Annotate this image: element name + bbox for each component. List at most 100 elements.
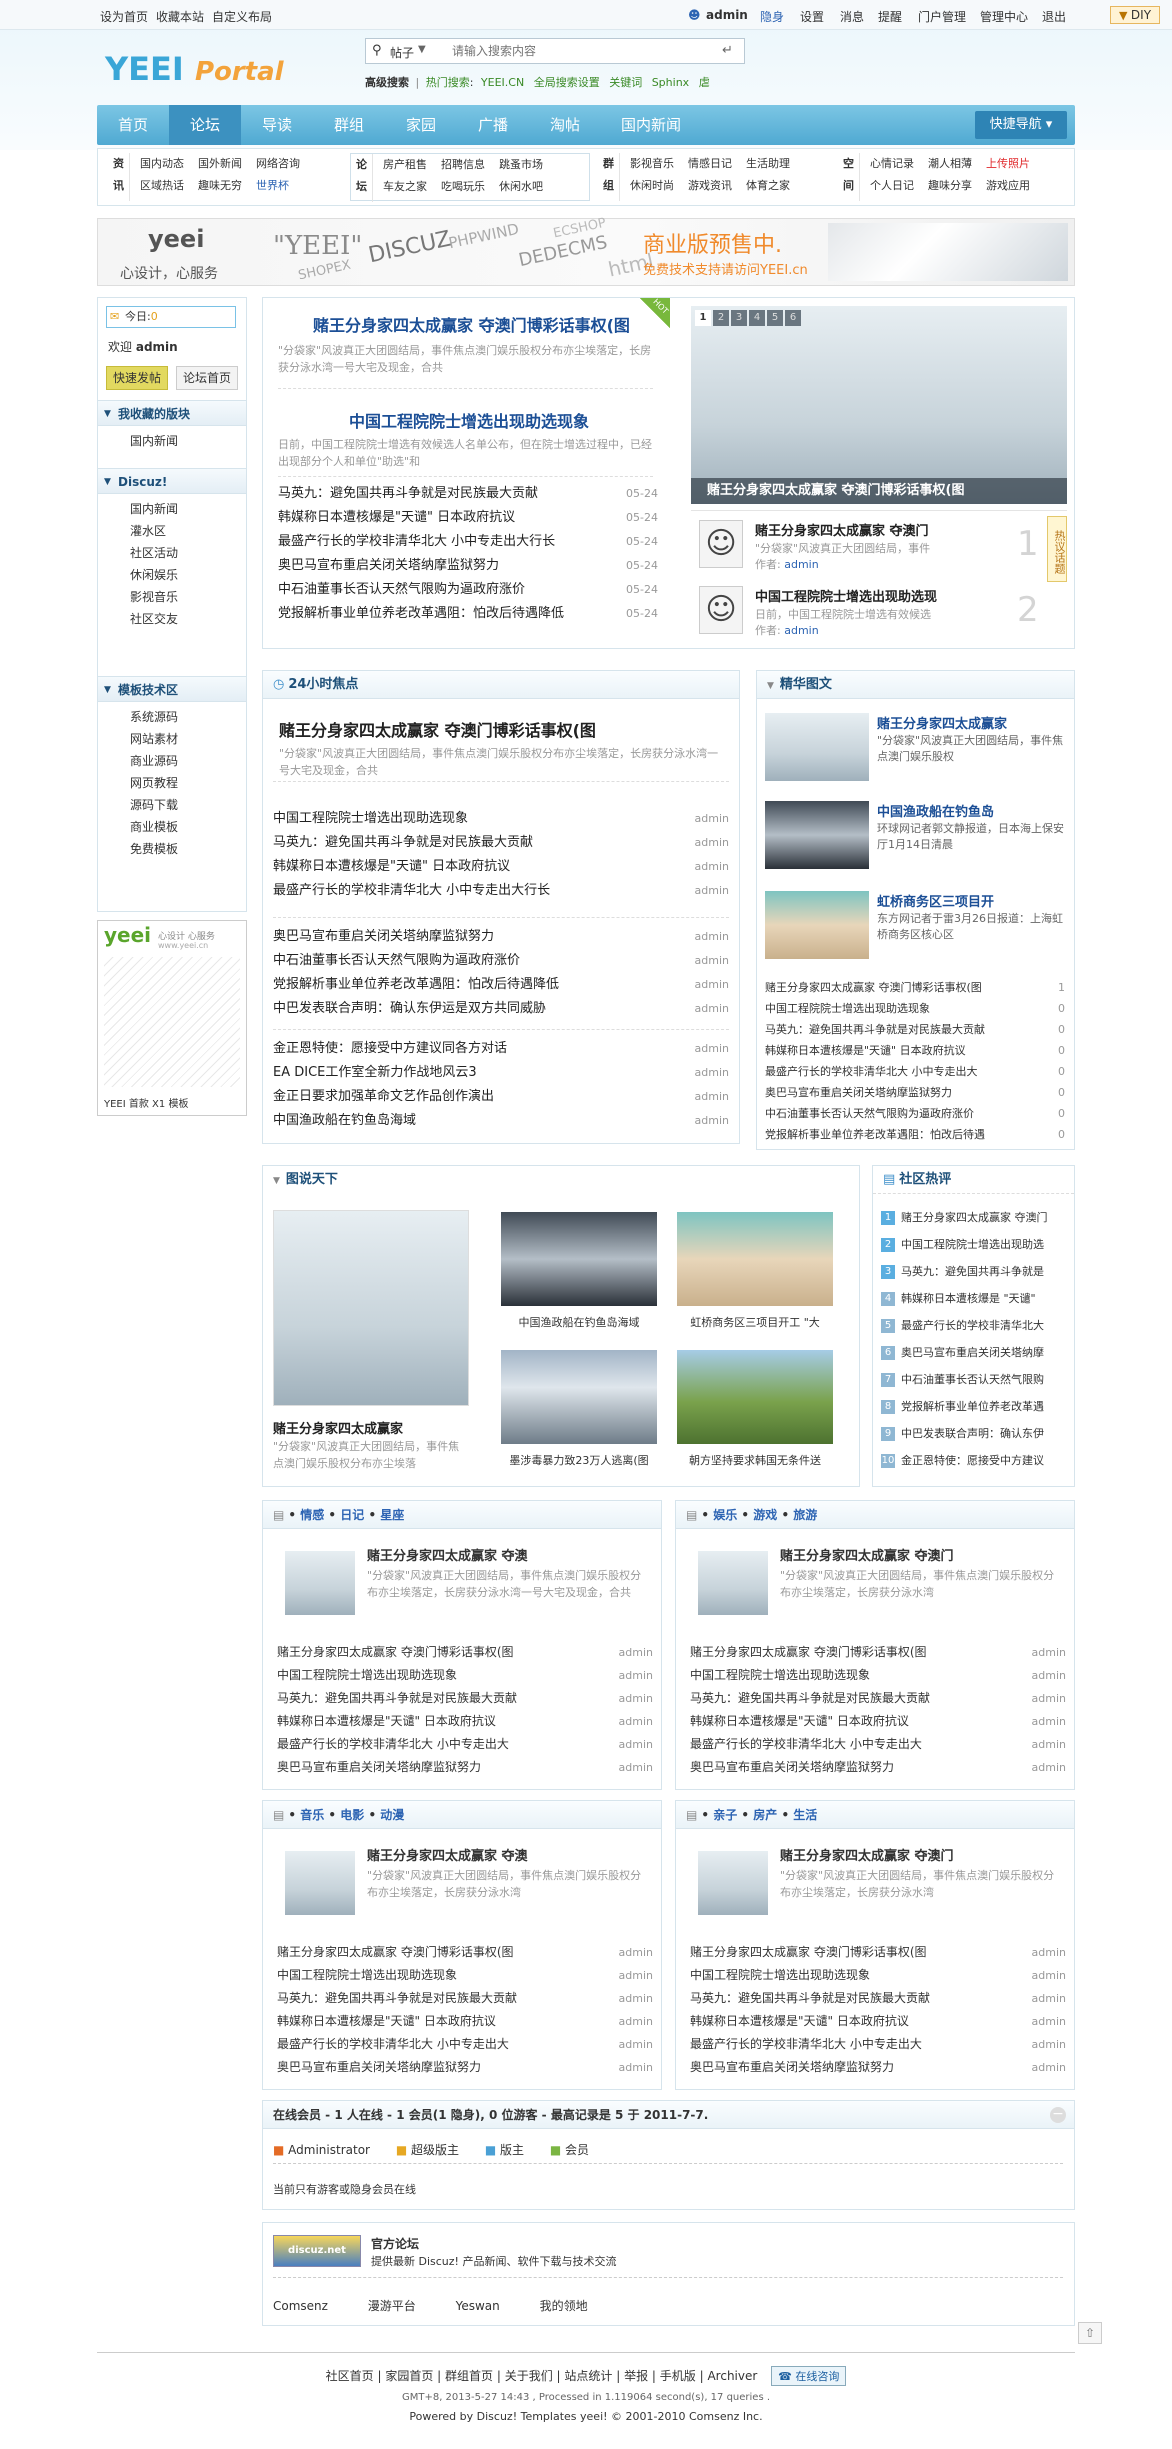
hot-keyword[interactable]: 关键词 bbox=[609, 76, 642, 89]
picture-caption[interactable]: 虹桥商务区三项目开工 "大 bbox=[677, 1314, 833, 1330]
subnav-link[interactable]: 趣味无穷 bbox=[198, 175, 242, 197]
list-item[interactable]: EA DICE工作室全新力作战地风云3 admin bbox=[273, 1061, 729, 1085]
picture-caption[interactable]: 墨涉毒暴力致23万人逃离(图 bbox=[501, 1452, 657, 1468]
picture-caption[interactable]: 朝方坚持要求韩国无条件送 bbox=[677, 1452, 833, 1468]
list-item[interactable]: 党报解析事业单位养老改革遇阻：怕改后待遇降低 admin bbox=[273, 973, 729, 997]
friend-link[interactable]: 我的领地 bbox=[540, 2299, 588, 2313]
quick-post-button[interactable]: 快速发帖 bbox=[106, 366, 168, 390]
hot-topic-item[interactable]: ☺ 赌王分身家四太成赢家 夺澳门 "分袋家"风波真正大团圆结局，事件 作者: a… bbox=[691, 516, 1067, 580]
subnav-link[interactable]: 上传照片 bbox=[986, 153, 1030, 175]
featured-thumb[interactable] bbox=[765, 801, 869, 869]
hot-keyword[interactable]: 虐 bbox=[699, 76, 710, 89]
list-item[interactable]: 最盛产行长的学校非清华北大 小中专走出大行长 admin bbox=[273, 879, 729, 903]
admin-center-link[interactable]: 管理中心 bbox=[980, 8, 1028, 25]
category-link[interactable]: 房产 bbox=[753, 1808, 777, 1822]
slider-page[interactable]: 4 bbox=[749, 310, 765, 326]
category-link[interactable]: 游戏 bbox=[753, 1508, 777, 1522]
list-item[interactable]: 8 党报解析事业单位养老改革遇 bbox=[881, 1393, 1071, 1420]
friend-link[interactable]: Comsenz bbox=[273, 2299, 328, 2313]
sidebar-link[interactable]: 社区活动 bbox=[130, 542, 178, 564]
list-item[interactable]: 中国工程院院士增选出现助选现象 admin bbox=[277, 1964, 653, 1987]
category-link[interactable]: 日记 bbox=[340, 1508, 364, 1522]
official-forum-link[interactable]: 官方论坛 bbox=[371, 2235, 419, 2252]
picture-thumb[interactable] bbox=[677, 1212, 833, 1306]
subnav-link[interactable]: 情感日记 bbox=[688, 153, 732, 175]
nav-home-space[interactable]: 家园 bbox=[385, 105, 457, 145]
sidebar-link[interactable]: 国内新闻 bbox=[130, 430, 178, 452]
slider-caption[interactable]: 赌王分身家四太成赢家 夺澳门博彩话事权(图 bbox=[691, 478, 1067, 504]
hot-topic-item[interactable]: ☺ 中国工程院院士增选出现助选现 日前，中国工程院院士增选有效候选 作者: ad… bbox=[691, 582, 1067, 646]
sidebar-ad[interactable]: yeei 心设计 心服务 www.yeei.cn YEEI 首款 X1 模板 bbox=[97, 920, 247, 1116]
footer-link[interactable]: 社区首页 bbox=[326, 2369, 374, 2383]
advanced-search-link[interactable]: 高级搜索 bbox=[365, 76, 409, 89]
headline-title[interactable]: 赌王分身家四太成赢家 夺澳门博彩话事权(图 bbox=[313, 312, 630, 336]
subnav-link[interactable]: 体育之家 bbox=[746, 175, 790, 197]
list-item[interactable]: 韩媒称日本遭核爆是"天谴" 日本政府抗议 05-24 bbox=[278, 506, 658, 530]
list-item[interactable]: 最盛产行长的学校非清华北大 小中专走出大 admin bbox=[690, 1733, 1066, 1756]
list-item[interactable]: 中国工程院院士增选出现助选现象 admin bbox=[690, 1664, 1066, 1687]
discuz-logo[interactable]: discuz.net bbox=[273, 2235, 361, 2267]
ad-banner[interactable]: yeei 心设计，心服务 "YEEI" SHOPEX DISCUZ PHPWIN… bbox=[97, 216, 1075, 286]
subnav-link[interactable]: 休闲水吧 bbox=[499, 176, 543, 198]
list-item[interactable]: 中石油董事长否认天然气限购为逼政府涨价 admin bbox=[273, 949, 729, 973]
nav-home[interactable]: 首页 bbox=[97, 105, 169, 145]
category-link[interactable]: 星座 bbox=[380, 1508, 404, 1522]
pictures-big-title[interactable]: 赌王分身家四太成赢家 bbox=[273, 1418, 403, 1437]
list-item[interactable]: 6 奥巴马宣布重启关闭关塔纳摩 bbox=[881, 1339, 1071, 1366]
hot-keyword[interactable]: YEEI.CN bbox=[481, 76, 524, 89]
footer-link[interactable]: 家园首页 bbox=[385, 2369, 433, 2383]
friend-link[interactable]: Yeswan bbox=[456, 2299, 500, 2313]
list-item[interactable]: 马英九：避免国共再斗争就是对民族最大贡献 admin bbox=[690, 1987, 1066, 2010]
logout-link[interactable]: 退出 bbox=[1042, 8, 1066, 25]
list-item[interactable]: 奥巴马宣布重启关闭关塔纳摩监狱努力 admin bbox=[277, 1756, 653, 1779]
list-item[interactable]: 金正恩特使：愿接受中方建议同各方对话 admin bbox=[273, 1037, 729, 1061]
category-lead-title[interactable]: 赌王分身家四太成赢家 夺澳 bbox=[367, 1845, 528, 1864]
list-item[interactable]: 中国工程院院士增选出现助选现象 admin bbox=[273, 807, 729, 831]
category-thumb[interactable] bbox=[285, 1851, 355, 1915]
picture-thumb[interactable] bbox=[501, 1212, 657, 1306]
list-item[interactable]: 赌王分身家四太成赢家 夺澳门博彩话事权(图 admin bbox=[690, 1641, 1066, 1664]
sidebar-link[interactable]: 系统源码 bbox=[130, 706, 178, 728]
slider-page[interactable]: 2 bbox=[713, 310, 729, 326]
list-item[interactable]: 中石油董事长否认天然气限购为逼政府涨价 0 bbox=[765, 1103, 1065, 1124]
quick-nav-button[interactable]: 快捷导航 ▾ bbox=[975, 111, 1067, 139]
list-item[interactable]: 中巴发表联合声明：确认东伊运是双方共同威胁 admin bbox=[273, 997, 729, 1021]
search-type-select[interactable]: 帖子 bbox=[390, 44, 414, 61]
portal-manage-link[interactable]: 门户管理 bbox=[918, 8, 966, 25]
list-item[interactable]: 党报解析事业单位养老改革遇阻：怕改后待遇 0 bbox=[765, 1124, 1065, 1145]
subnav-link[interactable]: 国内动态 bbox=[140, 153, 184, 175]
sidebar-link[interactable]: 商业模板 bbox=[130, 816, 178, 838]
sidebar-link[interactable]: 影视音乐 bbox=[130, 586, 178, 608]
settings-link[interactable]: 设置 bbox=[800, 8, 824, 25]
list-item[interactable]: 马英九：避免国共再斗争就是对民族最大贡献 admin bbox=[277, 1987, 653, 2010]
featured-title[interactable]: 赌王分身家四太成赢家 bbox=[877, 713, 1007, 732]
subnav-link[interactable]: 区域热话 bbox=[140, 175, 184, 197]
list-item[interactable]: 7 中石油董事长否认天然气限购 bbox=[881, 1366, 1071, 1393]
footer-link[interactable]: 举报 bbox=[624, 2369, 648, 2383]
list-item[interactable]: 马英九：避免国共再斗争就是对民族最大贡献 0 bbox=[765, 1019, 1065, 1040]
category-thumb[interactable] bbox=[698, 1551, 768, 1615]
list-item[interactable]: 奥巴马宣布重启关闭关塔纳摩监狱努力 admin bbox=[273, 925, 729, 949]
category-thumb[interactable] bbox=[285, 1551, 355, 1615]
subnav-link[interactable]: 车友之家 bbox=[383, 176, 427, 198]
site-logo[interactable]: YEEI Portal bbox=[105, 50, 305, 90]
category-link[interactable]: 旅游 bbox=[793, 1508, 817, 1522]
list-item[interactable]: 韩媒称日本遭核爆是"天谴" 日本政府抗议 admin bbox=[277, 1710, 653, 1733]
reminders-link[interactable]: 提醒 bbox=[878, 8, 902, 25]
focus24-lead-title[interactable]: 赌王分身家四太成赢家 夺澳门博彩话事权(图 bbox=[279, 717, 596, 741]
diy-button[interactable]: ▼ DIY bbox=[1110, 6, 1160, 24]
sidebar-link[interactable]: 源码下载 bbox=[130, 794, 178, 816]
collapse-icon[interactable]: − bbox=[1050, 2107, 1066, 2123]
list-item[interactable]: 韩媒称日本遭核爆是"天谴" 日本政府抗议 admin bbox=[690, 1710, 1066, 1733]
subnav-link[interactable]: 网络咨询 bbox=[256, 153, 300, 175]
sidebar-link[interactable]: 网站素材 bbox=[130, 728, 178, 750]
fav-boards-header[interactable]: ▼ 我收藏的版块 bbox=[98, 400, 246, 426]
list-item[interactable]: 奥巴马宣布重启关闭关塔纳摩监狱努力 admin bbox=[690, 1756, 1066, 1779]
list-item[interactable]: 最盛产行长的学校非清华北大 小中专走出大 admin bbox=[277, 2033, 653, 2056]
list-item[interactable]: 党报解析事业单位养老改革遇阻：怕改后待遇降低 05-24 bbox=[278, 602, 658, 626]
list-item[interactable]: 金正日要求加强革命文艺作品创作演出 admin bbox=[273, 1085, 729, 1109]
sidebar-link[interactable]: 灌水区 bbox=[130, 520, 166, 542]
forum-home-button[interactable]: 论坛首页 bbox=[176, 366, 238, 390]
list-item[interactable]: 奥巴马宣布重启关闭关塔纳摩监狱努力 admin bbox=[277, 2056, 653, 2079]
featured-thumb[interactable] bbox=[765, 713, 869, 781]
